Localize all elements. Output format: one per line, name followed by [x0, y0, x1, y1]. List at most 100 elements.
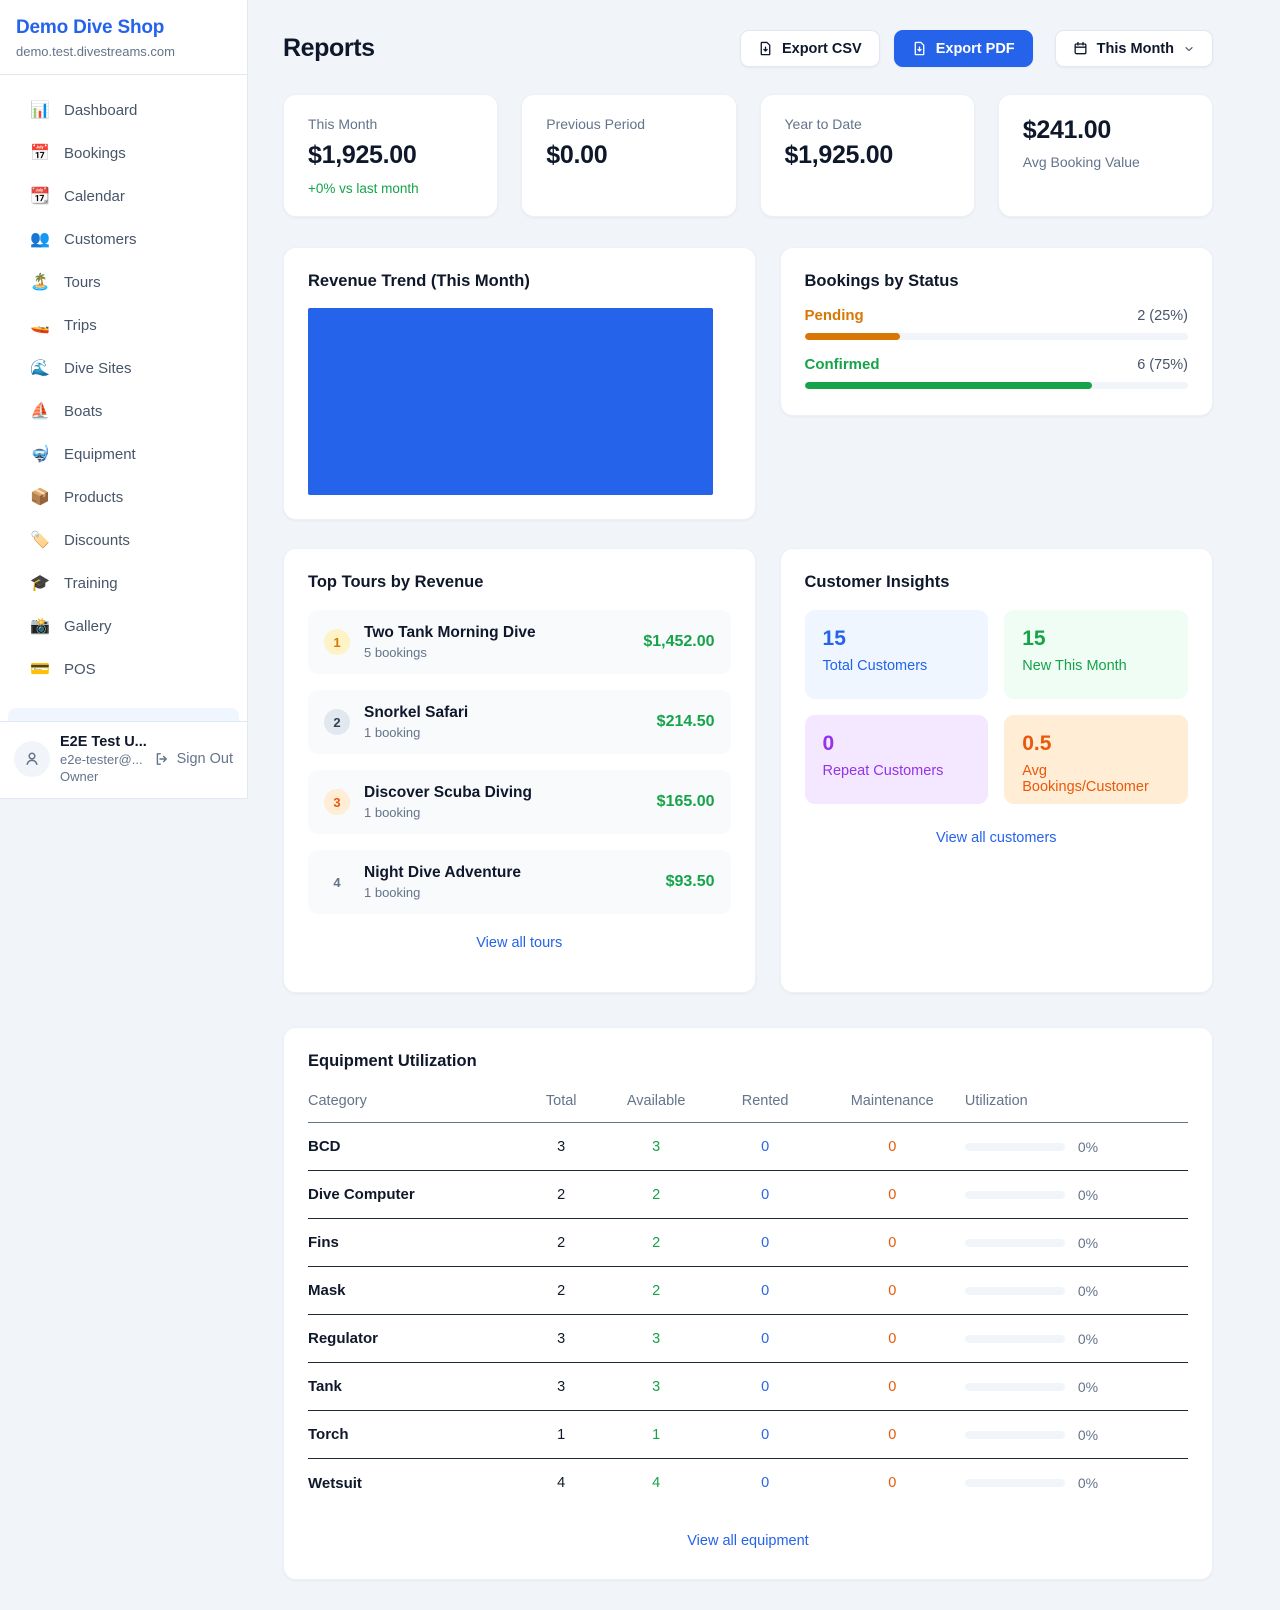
- sidebar-item-label: Dive Sites: [64, 360, 132, 377]
- confirmed-progress-track: [805, 382, 1188, 389]
- tour-revenue: $165.00: [657, 793, 715, 811]
- utilization-percent: 0%: [1078, 1331, 1098, 1347]
- equipment-maintenance: 0: [820, 1187, 965, 1203]
- user-meta: E2E Test U... e2e-tester@... Owner: [60, 734, 144, 784]
- sidebar-item-label: POS: [64, 661, 96, 678]
- equipment-rented: 0: [711, 1331, 820, 1347]
- rank-badge: 1: [324, 629, 350, 655]
- equipment-maintenance: 0: [820, 1427, 965, 1443]
- file-download-icon: [758, 41, 773, 56]
- sidebar-item-customers[interactable]: 👥 Customers: [8, 218, 239, 261]
- equipment-maintenance: 0: [820, 1283, 965, 1299]
- sidebar-item-equipment[interactable]: 🤿 Equipment: [8, 433, 239, 476]
- sidebar-item-trips[interactable]: 🚤 Trips: [8, 304, 239, 347]
- top-tours-title: Top Tours by Revenue: [308, 573, 731, 592]
- equipment-total: 3: [521, 1331, 602, 1347]
- tour-revenue: $214.50: [657, 713, 715, 731]
- equipment-total: 1: [521, 1427, 602, 1443]
- table-row: Fins 2 2 0 0 0%: [308, 1219, 1188, 1267]
- tour-list-item: 3 Discover Scuba Diving 1 booking $165.0…: [308, 770, 731, 834]
- sidebar-item-pos[interactable]: 💳 POS: [8, 648, 239, 691]
- stat-card-year-to-date: Year to Date $1,925.00: [760, 94, 975, 217]
- rank-badge: 3: [324, 789, 350, 815]
- sign-out-button[interactable]: Sign Out: [154, 751, 233, 767]
- table-row: Dive Computer 2 2 0 0 0%: [308, 1171, 1188, 1219]
- sidebar-item-training[interactable]: 🎓 Training: [8, 562, 239, 605]
- sidebar-item-boats[interactable]: ⛵ Boats: [8, 390, 239, 433]
- period-dropdown[interactable]: This Month: [1055, 30, 1213, 67]
- view-all-customers-link[interactable]: View all customers: [805, 830, 1188, 846]
- equipment-total: 2: [521, 1283, 602, 1299]
- tile-new-this-month: 15 New This Month: [1004, 610, 1188, 699]
- export-pdf-button[interactable]: Export PDF: [894, 30, 1033, 67]
- sidebar-item-label: Discounts: [64, 532, 130, 549]
- tour-list-item: 4 Night Dive Adventure 1 booking $93.50: [308, 850, 731, 914]
- tour-bookings: 1 booking: [364, 805, 532, 820]
- sidebar-item-calendar[interactable]: 📆 Calendar: [8, 175, 239, 218]
- sidebar-item-label: Gallery: [64, 618, 112, 635]
- equipment-category: Mask: [308, 1282, 521, 1299]
- sidebar-item-tours[interactable]: 🏝️ Tours: [8, 261, 239, 304]
- bookings-by-status-title: Bookings by Status: [805, 272, 1188, 291]
- utilization-percent: 0%: [1078, 1427, 1098, 1443]
- tour-list-item: 1 Two Tank Morning Dive 5 bookings $1,45…: [308, 610, 731, 674]
- dive-mask-icon: 🤿: [30, 447, 50, 463]
- utilization-percent: 0%: [1078, 1283, 1098, 1299]
- equipment-rented: 0: [711, 1379, 820, 1395]
- sidebar-item-products[interactable]: 📦 Products: [8, 476, 239, 519]
- sidebar-item-label: Equipment: [64, 446, 136, 463]
- stat-label: This Month: [308, 116, 473, 132]
- sidebar-item-label: Dashboard: [64, 102, 137, 119]
- sailboat-icon: ⛵: [30, 404, 50, 420]
- person-icon: [23, 750, 41, 768]
- sidebar-user-section: E2E Test U... e2e-tester@... Owner Sign …: [0, 721, 247, 798]
- pending-progress-track: [805, 333, 1188, 340]
- stat-card-previous-period: Previous Period $0.00: [521, 94, 736, 217]
- equipment-available: 3: [602, 1139, 711, 1155]
- utilization-percent: 0%: [1078, 1235, 1098, 1251]
- sidebar-item-discounts[interactable]: 🏷️ Discounts: [8, 519, 239, 562]
- revenue-trend-title: Revenue Trend (This Month): [308, 272, 731, 291]
- equipment-total: 2: [521, 1235, 602, 1251]
- sign-out-label: Sign Out: [177, 751, 233, 767]
- equipment-category: Tank: [308, 1378, 521, 1395]
- utilization-bar: [965, 1431, 1065, 1439]
- tile-avg-bookings-per-customer: 0.5 Avg Bookings/Customer: [1004, 715, 1188, 804]
- page-title: Reports: [283, 34, 375, 63]
- shop-name-link[interactable]: Demo Dive Shop: [16, 17, 231, 39]
- camera-icon: 📸: [30, 619, 50, 635]
- chevron-down-icon: [1183, 43, 1195, 55]
- stat-value: $0.00: [546, 141, 711, 170]
- stat-value: $241.00: [1023, 116, 1188, 145]
- revenue-trend-bar: [308, 308, 713, 495]
- speedboat-icon: 🚤: [30, 318, 50, 334]
- export-csv-button[interactable]: Export CSV: [740, 30, 880, 67]
- stat-label: Year to Date: [785, 116, 950, 132]
- tile-label: Avg Bookings/Customer: [1022, 763, 1170, 795]
- stat-delta: +0% vs last month: [308, 181, 473, 196]
- view-all-tours-link[interactable]: View all tours: [308, 935, 731, 951]
- people-icon: 👥: [30, 232, 50, 248]
- sidebar-item-dive-sites[interactable]: 🌊 Dive Sites: [8, 347, 239, 390]
- sidebar-item-label: Training: [64, 575, 118, 592]
- sidebar-item-label: Products: [64, 489, 123, 506]
- tile-label: Repeat Customers: [823, 763, 971, 779]
- user-role: Owner: [60, 769, 144, 784]
- tile-label: New This Month: [1022, 658, 1170, 674]
- equipment-rented: 0: [711, 1187, 820, 1203]
- sidebar-item-reports-partial[interactable]: [8, 708, 239, 721]
- utilization-percent: 0%: [1078, 1187, 1098, 1203]
- sidebar-item-bookings[interactable]: 📅 Bookings: [8, 132, 239, 175]
- column-header: Rented: [711, 1093, 820, 1109]
- tour-bookings: 1 booking: [364, 885, 521, 900]
- sidebar-item-label: Calendar: [64, 188, 125, 205]
- equipment-rented: 0: [711, 1475, 820, 1491]
- sidebar-item-gallery[interactable]: 📸 Gallery: [8, 605, 239, 648]
- equipment-available: 2: [602, 1187, 711, 1203]
- column-header: Total: [521, 1093, 602, 1109]
- view-all-equipment-link[interactable]: View all equipment: [308, 1533, 1188, 1549]
- table-row: Mask 2 2 0 0 0%: [308, 1267, 1188, 1315]
- table-row: BCD 3 3 0 0 0%: [308, 1123, 1188, 1171]
- sidebar-item-dashboard[interactable]: 📊 Dashboard: [8, 89, 239, 132]
- export-pdf-label: Export PDF: [936, 41, 1015, 57]
